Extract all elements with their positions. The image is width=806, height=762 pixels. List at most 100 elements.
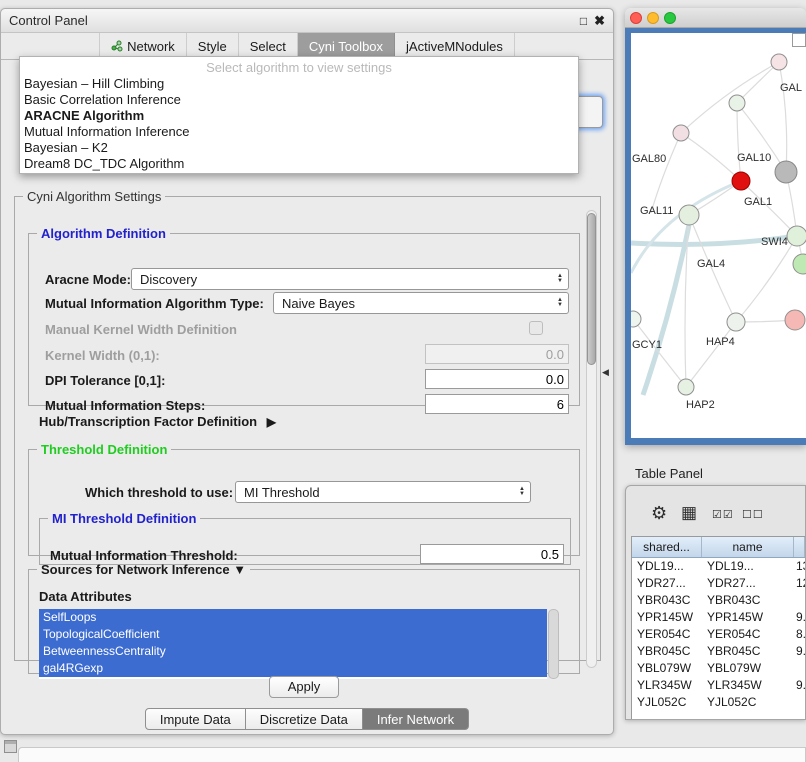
- kernel-width-input[interactable]: [425, 344, 569, 364]
- cell: YBL079W: [702, 660, 794, 677]
- node-label: GAL80: [632, 153, 666, 165]
- restore-window-icon[interactable]: □: [580, 15, 587, 27]
- cell: YPR145W: [702, 609, 794, 626]
- list-item-selected[interactable]: SelfLoops: [39, 609, 547, 626]
- tab-label: Cyni Toolbox: [309, 39, 383, 54]
- table-row[interactable]: YBL079W YBL079W: [632, 660, 805, 677]
- dpi-tolerance-input[interactable]: [425, 369, 569, 389]
- cell: YER054C: [702, 626, 794, 643]
- mi-threshold-input[interactable]: [420, 544, 564, 564]
- list-item-selected[interactable]: TopologicalCoefficient: [39, 626, 547, 643]
- cell: YDR27...: [632, 575, 702, 592]
- mi-threshold-definition-group: MI Threshold Definition Mutual Informati…: [39, 511, 571, 565]
- mi-steps-input[interactable]: [425, 394, 569, 414]
- network-edge[interactable]: [643, 225, 689, 395]
- network-node[interactable]: [732, 172, 750, 190]
- network-node[interactable]: [775, 161, 797, 183]
- apply-button[interactable]: Apply: [269, 676, 339, 698]
- table-row[interactable]: YER054C YER054C 8.: [632, 626, 805, 643]
- network-edge[interactable]: [779, 62, 787, 172]
- network-edge[interactable]: [633, 319, 686, 387]
- sources-title: Sources for Network Inference ▼: [37, 562, 250, 577]
- table-row[interactable]: YPR145W YPR145W 9.: [632, 609, 805, 626]
- column-header-name[interactable]: name: [702, 537, 794, 557]
- node-label: HAP2: [686, 399, 715, 411]
- settings-scrollbar[interactable]: [586, 210, 597, 668]
- tab-discretize-data[interactable]: Discretize Data: [246, 708, 363, 730]
- threshold-definition-title: Threshold Definition: [37, 442, 171, 457]
- control-panel-titlebar[interactable]: Control Panel □ ✖: [1, 9, 613, 33]
- network-edge[interactable]: [681, 133, 741, 181]
- dropdown-placeholder[interactable]: Select algorithm to view settings: [20, 59, 578, 76]
- which-threshold-combobox[interactable]: MI Threshold ▲▼: [235, 481, 531, 503]
- column-header-shared[interactable]: shared...: [632, 537, 702, 557]
- close-window-icon[interactable]: ✖: [594, 14, 605, 27]
- column-header-cut[interactable]: [794, 537, 805, 557]
- list-item-selected[interactable]: gal4RGexp: [39, 660, 547, 677]
- network-edge[interactable]: [737, 103, 741, 181]
- table-row[interactable]: YBR043C YBR043C: [632, 592, 805, 609]
- list-item-selected[interactable]: BetweennessCentrality: [39, 643, 547, 660]
- hub-transcription-factor-expander[interactable]: Hub/Transcription Factor Definition ▶: [39, 414, 276, 429]
- manual-kernel-width-checkbox[interactable]: [529, 321, 543, 335]
- mi-algorithm-type-value: Naive Bayes: [282, 296, 355, 311]
- network-node[interactable]: [679, 205, 699, 225]
- columns-icon[interactable]: ▦: [681, 503, 697, 523]
- dropdown-item[interactable]: Bayesian – Hill Climbing: [20, 76, 578, 92]
- dropdown-item[interactable]: Bayesian – K2: [20, 140, 578, 156]
- network-edge[interactable]: [651, 133, 681, 213]
- network-node[interactable]: [793, 254, 806, 274]
- collapse-down-arrow-icon[interactable]: ▼: [233, 562, 246, 577]
- network-node[interactable]: [787, 226, 806, 246]
- network-window-titlebar[interactable]: [625, 8, 806, 28]
- cell: 8.: [794, 626, 805, 643]
- network-node[interactable]: [727, 313, 745, 331]
- settings-scrollbar-thumb[interactable]: [587, 213, 596, 365]
- tab-infer-network[interactable]: Infer Network: [363, 708, 469, 730]
- minimized-panel-icon[interactable]: [4, 740, 17, 753]
- network-node[interactable]: [785, 310, 805, 330]
- network-node[interactable]: [771, 54, 787, 70]
- mi-algorithm-type-combobox[interactable]: Naive Bayes ▲▼: [273, 292, 569, 314]
- network-canvas[interactable]: GALGAL80GAL10GAL11GAL1SWI4GAL4GCY1HAP4HA…: [631, 33, 806, 438]
- minimize-traffic-light[interactable]: [647, 12, 659, 24]
- network-edge[interactable]: [737, 62, 779, 103]
- table-row[interactable]: YDL19... YDL19... 13: [632, 558, 805, 575]
- dropdown-item[interactable]: Dream8 DC_TDC Algorithm: [20, 156, 578, 172]
- network-edge[interactable]: [741, 181, 797, 236]
- network-edge[interactable]: [736, 236, 797, 322]
- cell: YDL19...: [702, 558, 794, 575]
- mi-threshold-label: Mutual Information Threshold:: [50, 548, 238, 563]
- zoom-traffic-light[interactable]: [664, 12, 676, 24]
- dropdown-item[interactable]: Mutual Information Inference: [20, 124, 578, 140]
- cyni-algorithm-settings-group: Cyni Algorithm Settings Algorithm Defini…: [14, 189, 601, 661]
- table-row[interactable]: YJL052C YJL052C: [632, 694, 805, 711]
- canvas-scroll-corner[interactable]: [792, 33, 806, 47]
- expand-right-arrow-icon[interactable]: ▶: [267, 415, 276, 429]
- network-edge[interactable]: [681, 62, 779, 133]
- control-panel-window: Control Panel □ ✖ Network Style Select C…: [0, 8, 614, 735]
- network-edge[interactable]: [686, 322, 736, 387]
- data-attributes-label: Data Attributes: [39, 589, 132, 604]
- cell: YBR045C: [632, 643, 702, 660]
- network-node[interactable]: [729, 95, 745, 111]
- table-row[interactable]: YBR045C YBR045C 9.: [632, 643, 805, 660]
- algorithm-dropdown-popup: Select algorithm to view settings Bayesi…: [19, 56, 579, 174]
- network-node[interactable]: [678, 379, 694, 395]
- close-traffic-light[interactable]: [630, 12, 642, 24]
- network-node[interactable]: [673, 125, 689, 141]
- dropdown-item-selected[interactable]: ARACNE Algorithm: [20, 108, 578, 124]
- gear-icon[interactable]: ⚙: [651, 503, 667, 524]
- tab-impute-data[interactable]: Impute Data: [145, 708, 246, 730]
- aracne-mode-combobox[interactable]: Discovery ▲▼: [131, 268, 569, 290]
- cell: YJL052C: [632, 694, 702, 711]
- table-row[interactable]: YLR345W YLR345W 9.: [632, 677, 805, 694]
- clear-all-checkboxes-icon[interactable]: ☐☐: [742, 508, 764, 521]
- dropdown-item[interactable]: Basic Correlation Inference: [20, 92, 578, 108]
- network-node[interactable]: [631, 311, 641, 327]
- settings-group-title: Cyni Algorithm Settings: [23, 189, 165, 204]
- select-all-checkboxes-icon[interactable]: ☑☑: [712, 508, 734, 521]
- panel-collapse-arrow-icon[interactable]: ◀: [602, 367, 609, 378]
- table-row[interactable]: YDR27... YDR27... 12: [632, 575, 805, 592]
- list-scrollbar[interactable]: [548, 609, 559, 679]
